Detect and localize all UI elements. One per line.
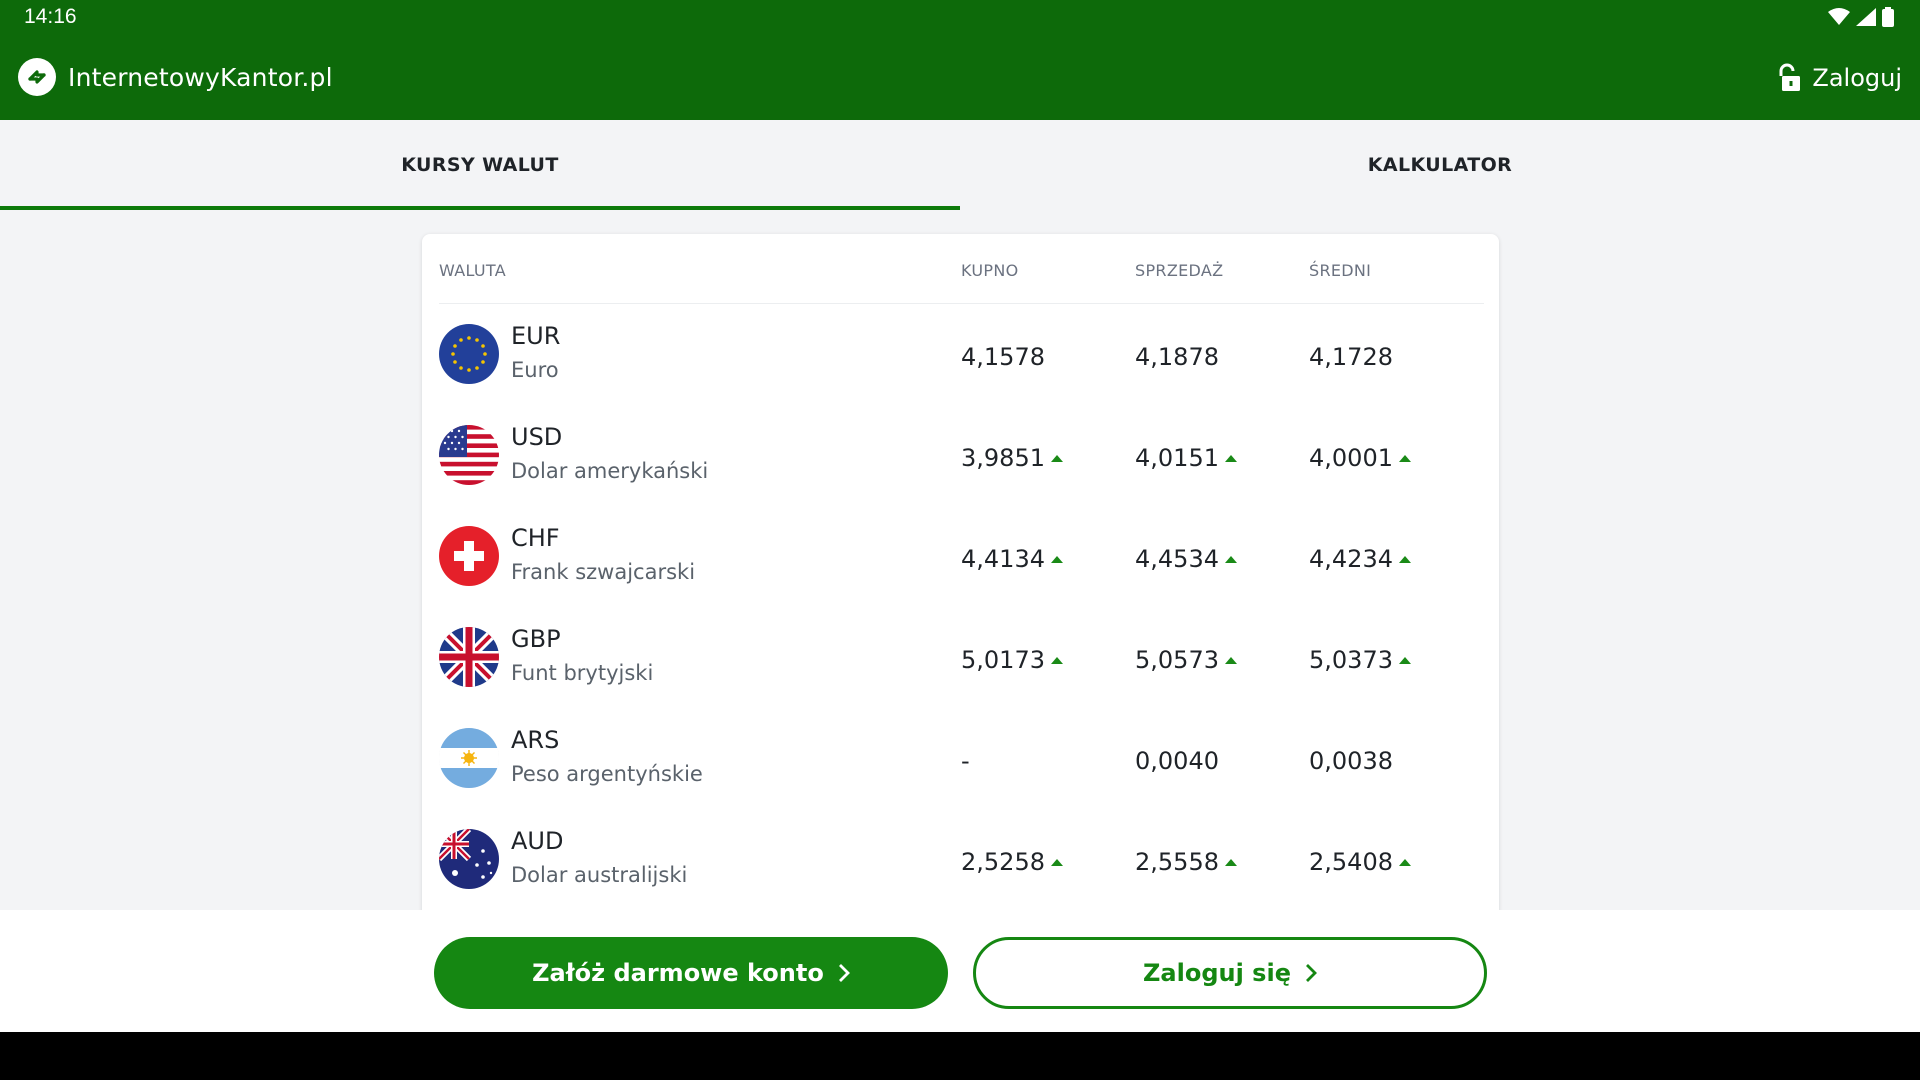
register-button-label: Załóż darmowe konto [532,959,824,987]
trend-up-icon [1050,859,1063,866]
rates-table-card: WALUTA KUPNO SPRZEDAŻ ŚREDNI EUR Euro 4,… [422,234,1499,934]
currency-code: USD [511,423,563,451]
trend-up-icon [1398,455,1411,462]
brand[interactable]: InternetowyKantor.pl [18,58,333,96]
table-header: WALUTA KUPNO SPRZEDAŻ ŚREDNI [439,234,1484,304]
action-bar: Załóż darmowe konto Zaloguj się [0,910,1920,1032]
tab-calculator[interactable]: KALKULATOR [960,120,1920,210]
table-row-chf[interactable]: CHF Frank szwajcarski 4,4134 4,4534 4,42… [439,506,1499,607]
trend-up-icon [1224,859,1237,866]
status-icons [1828,6,1894,28]
brand-name: InternetowyKantor.pl [68,62,333,92]
mid-rate: 0,0038 [1309,747,1393,775]
table-row-aud[interactable]: AUD Dolar australijski 2,5258 2,5558 2,5… [439,809,1499,910]
mid-rate: 4,4234 [1309,545,1411,573]
column-header-mid: ŚREDNI [1309,261,1372,280]
tab-exchange-rates[interactable]: KURSY WALUT [0,120,960,210]
buy-rate: 3,9851 [961,444,1063,472]
sell-rate: 4,4534 [1135,545,1237,573]
buy-rate: 5,0173 [961,646,1063,674]
login-button-label: Zaloguj się [1143,959,1291,987]
signal-icon [1856,8,1876,26]
au-flag-icon [439,829,499,889]
trend-up-icon [1398,556,1411,563]
gb-flag-icon [439,627,499,687]
battery-icon [1882,7,1894,27]
currency-code: ARS [511,726,560,754]
trend-up-icon [1398,859,1411,866]
currency-name: Euro [511,358,559,382]
header-login-label: Zaloguj [1812,64,1902,92]
currency-code: EUR [511,322,561,350]
ar-flag-icon [439,728,499,788]
eu-flag-icon [439,324,499,384]
table-row-gbp[interactable]: GBP Funt brytyjski 5,0173 5,0573 5,0373 [439,607,1499,708]
buy-rate: 4,4134 [961,545,1063,573]
trend-up-icon [1224,657,1237,664]
app-bar: 14:16 InternetowyKantor.pl Zaloguj [0,0,1920,120]
trend-up-icon [1224,556,1237,563]
chevron-right-icon [1305,964,1317,982]
system-nav-bar [0,1032,1920,1080]
register-button[interactable]: Załóż darmowe konto [434,937,948,1009]
currency-name: Funt brytyjski [511,661,654,685]
sell-rate: 4,1878 [1135,343,1219,371]
trend-up-icon [1398,657,1411,664]
trend-up-icon [1224,455,1237,462]
currency-name: Frank szwajcarski [511,560,696,584]
wifi-icon [1828,8,1850,25]
mid-rate: 2,5408 [1309,848,1411,876]
mid-rate: 4,1728 [1309,343,1393,371]
currency-name: Dolar amerykański [511,459,709,483]
currency-code: GBP [511,625,561,653]
mid-rate: 4,0001 [1309,444,1411,472]
column-header-sell: SPRZEDAŻ [1135,261,1224,280]
table-row-usd[interactable]: USD Dolar amerykański 3,9851 4,0151 4,00… [439,405,1499,506]
brand-logo-icon [18,58,56,96]
trend-up-icon [1050,556,1063,563]
ch-flag-icon [439,526,499,586]
login-button[interactable]: Zaloguj się [973,937,1487,1009]
sell-rate: 5,0573 [1135,646,1237,674]
buy-rate: 4,1578 [961,343,1045,371]
status-time: 14:16 [24,5,77,28]
mid-rate: 5,0373 [1309,646,1411,674]
us-flag-icon [439,425,499,485]
column-header-buy: KUPNO [961,261,1019,280]
trend-up-icon [1050,657,1063,664]
currency-name: Peso argentyńskie [511,762,703,786]
sell-rate: 2,5558 [1135,848,1237,876]
chevron-right-icon [838,964,850,982]
tab-bar: KURSY WALUT KALKULATOR [0,120,1920,210]
unlock-icon [1779,63,1801,91]
buy-rate: 2,5258 [961,848,1063,876]
trend-up-icon [1050,455,1063,462]
buy-rate: - [961,747,970,775]
currency-code: CHF [511,524,560,552]
table-row-eur[interactable]: EUR Euro 4,1578 4,1878 4,1728 [439,304,1499,405]
column-header-currency: WALUTA [439,261,506,280]
header-login-button[interactable]: Zaloguj [1776,62,1902,94]
table-row-ars[interactable]: ARS Peso argentyńskie - 0,0040 0,0038 [439,708,1499,809]
currency-code: AUD [511,827,564,855]
currency-name: Dolar australijski [511,863,688,887]
sell-rate: 4,0151 [1135,444,1237,472]
sell-rate: 0,0040 [1135,747,1219,775]
